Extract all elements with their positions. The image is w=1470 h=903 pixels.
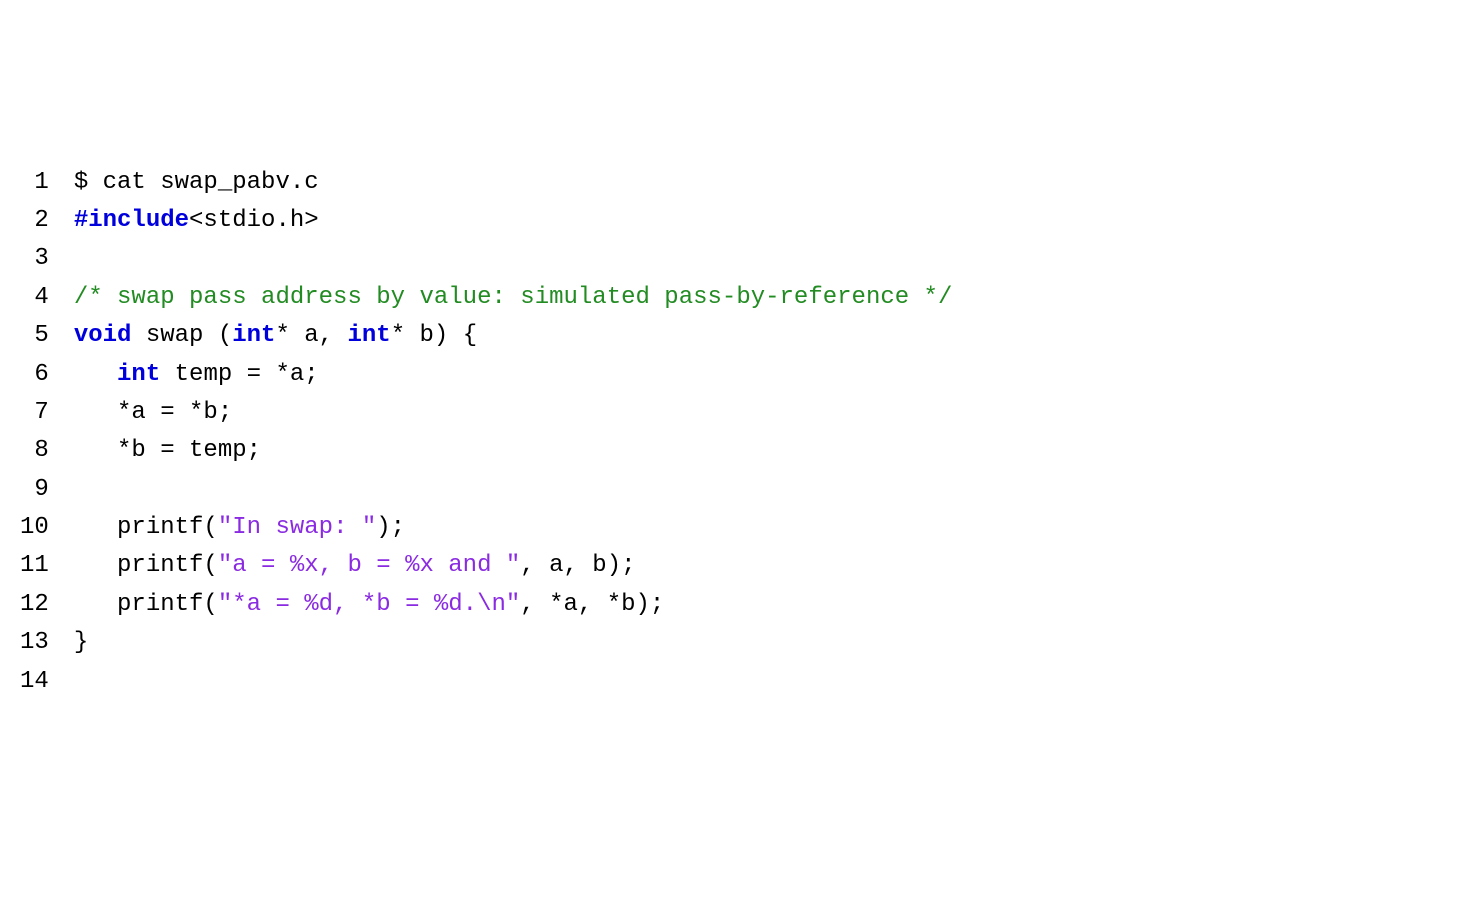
token-string: "a = %x, b = %x and " xyxy=(218,552,520,579)
token-black: * b) { xyxy=(391,322,477,349)
code-line: $ cat swap_pabv.c xyxy=(74,164,1450,202)
line-number: 5 xyxy=(20,317,49,355)
token-black: $ cat swap_pabv.c xyxy=(74,169,319,196)
token-black: ); xyxy=(376,514,405,541)
line-number: 14 xyxy=(20,663,49,701)
code-line: /* swap pass address by value: simulated… xyxy=(74,279,1450,317)
line-number: 9 xyxy=(20,471,49,509)
token-keyword: int xyxy=(117,361,160,388)
code-line: printf("*a = %d, *b = %d.\n", *a, *b); xyxy=(74,586,1450,624)
code-listing: 1234567891011121314 $ cat swap_pabv.c#in… xyxy=(20,164,1450,701)
token-black xyxy=(74,361,117,388)
code-line: *a = *b; xyxy=(74,394,1450,432)
code-line: printf("a = %x, b = %x and ", a, b); xyxy=(74,547,1450,585)
token-keyword: int xyxy=(347,322,390,349)
code-line xyxy=(74,471,1450,509)
line-number: 7 xyxy=(20,394,49,432)
token-preproc: #include xyxy=(74,207,189,234)
line-number: 13 xyxy=(20,624,49,662)
code-line xyxy=(74,663,1450,701)
token-black: temp = *a; xyxy=(160,361,318,388)
line-number: 6 xyxy=(20,356,49,394)
token-black: , *a, *b); xyxy=(520,591,664,618)
token-keyword: void xyxy=(74,322,132,349)
token-string: "In swap: " xyxy=(218,514,376,541)
code-line: void swap (int* a, int* b) { xyxy=(74,317,1450,355)
line-number: 10 xyxy=(20,509,49,547)
token-black: *a = *b; xyxy=(74,399,232,426)
code-body: $ cat swap_pabv.c #include<stdio.h> /* sw… xyxy=(74,164,1450,701)
line-number-gutter: 1234567891011121314 xyxy=(20,164,74,701)
line-number: 2 xyxy=(20,202,49,240)
code-line: *b = temp; xyxy=(74,432,1450,470)
token-black: , a, b); xyxy=(520,552,635,579)
code-line: int temp = *a; xyxy=(74,356,1450,394)
token-black: printf( xyxy=(74,514,218,541)
line-number: 4 xyxy=(20,279,49,317)
token-comment: /* swap pass address by value: simulated… xyxy=(74,284,953,311)
line-number: 11 xyxy=(20,547,49,585)
code-line: printf("In swap: "); xyxy=(74,509,1450,547)
code-line: #include<stdio.h> xyxy=(74,202,1450,240)
token-keyword: int xyxy=(232,322,275,349)
token-black: swap ( xyxy=(131,322,232,349)
token-black: * a, xyxy=(275,322,347,349)
line-number: 12 xyxy=(20,586,49,624)
token-black: <stdio.h> xyxy=(189,207,319,234)
line-number: 1 xyxy=(20,164,49,202)
token-black: printf( xyxy=(74,552,218,579)
token-black: printf( xyxy=(74,591,218,618)
line-number: 3 xyxy=(20,240,49,278)
code-line xyxy=(74,240,1450,278)
line-number: 8 xyxy=(20,432,49,470)
token-black: *b = temp; xyxy=(74,437,261,464)
token-black: } xyxy=(74,629,88,656)
code-line: } xyxy=(74,624,1450,662)
token-string: "*a = %d, *b = %d.\n" xyxy=(218,591,520,618)
